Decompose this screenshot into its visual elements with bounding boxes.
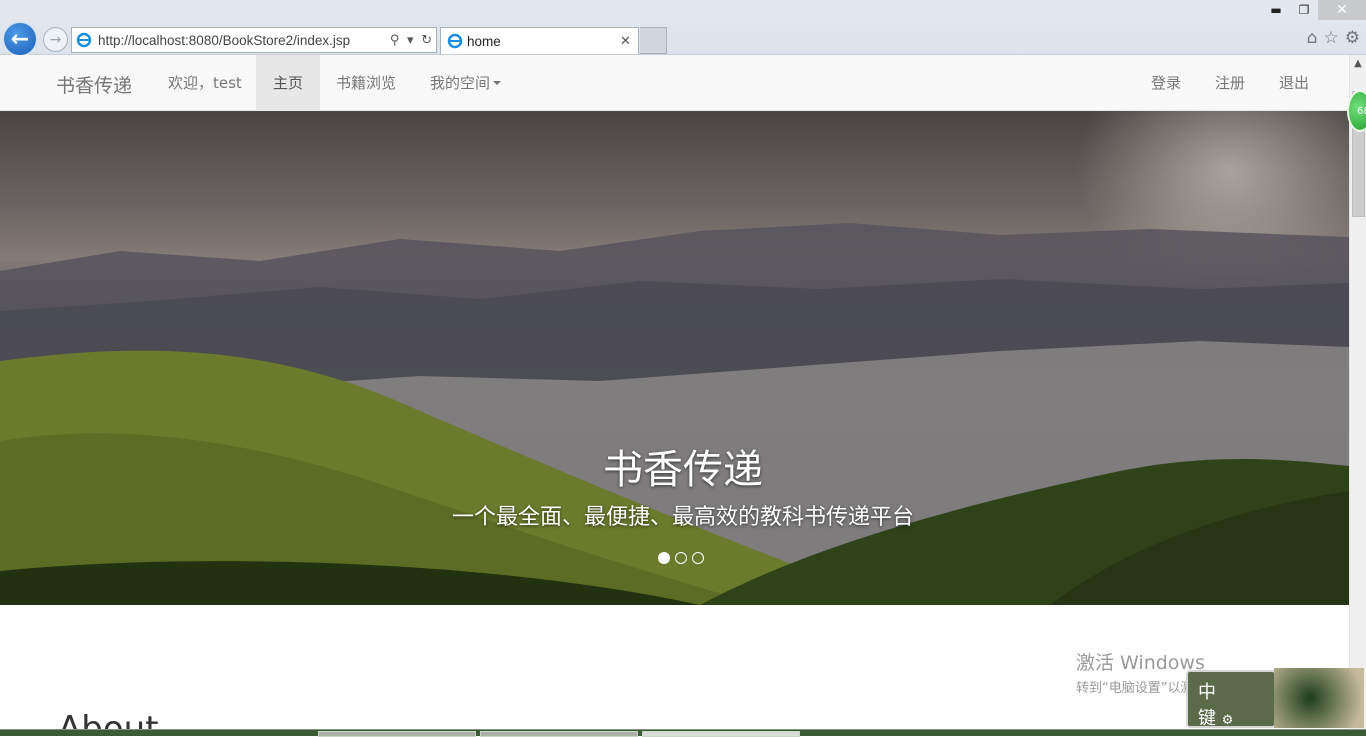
browser-tab-home[interactable]: home ✕ [440, 27, 639, 54]
scroll-up-icon[interactable]: ▲ [1350, 55, 1366, 72]
home-icon[interactable]: ⌂ [1307, 28, 1318, 48]
ime-label-jian[interactable]: 键 [1198, 708, 1216, 729]
close-tab-icon[interactable]: ✕ [620, 34, 638, 49]
taskbar-button[interactable] [480, 731, 638, 737]
back-icon[interactable]: ← [2, 21, 38, 57]
taskbar [0, 729, 1366, 737]
ie-logo-icon [447, 33, 463, 49]
ime-label-zhong[interactable]: 中 [1198, 682, 1216, 703]
side-badge[interactable]: 68 [1347, 90, 1366, 132]
navbar: 书香传递 欢迎，test 主页 书籍浏览 我的空间 登录 注册 退出 [0, 55, 1349, 111]
refresh-icon[interactable]: ↻ [421, 33, 432, 48]
ie-logo-icon [76, 32, 92, 48]
carousel-indicators [658, 552, 704, 564]
carousel-dot-2[interactable] [675, 552, 687, 564]
window-controls: ▬ ❐ ✕ [1262, 0, 1366, 20]
nav-my-space[interactable]: 我的空间 [415, 55, 516, 110]
hero-title: 书香传递 [603, 447, 763, 493]
search-icon[interactable]: ⚲ [390, 33, 400, 48]
nav-register[interactable]: 注册 [1200, 55, 1260, 110]
brand[interactable]: 书香传递 [56, 71, 132, 98]
page-scrollbar[interactable]: ▲ [1349, 55, 1366, 729]
clover-image [1274, 668, 1364, 728]
tab-title: home [467, 33, 501, 49]
browser-tools: ⌂ ☆ ⚙ [1307, 28, 1360, 48]
hero-carousel[interactable]: 书香传递 一个最全面、最便捷、最高效的教科书传递平台 [0, 111, 1349, 605]
restore-icon[interactable]: ❐ [1290, 0, 1318, 20]
nav-login[interactable]: 登录 [1136, 55, 1196, 110]
dropdown-icon[interactable]: ▾ [407, 33, 414, 48]
taskbar-button[interactable] [318, 731, 476, 737]
new-tab-button[interactable] [640, 27, 667, 54]
address-url[interactable]: http://localhost:8080/BookStore2/index.j… [98, 33, 386, 48]
ime-toolbar[interactable]: 中 键 ⚙ [1186, 670, 1276, 729]
carousel-dot-3[interactable] [692, 552, 704, 564]
about-heading: About [58, 709, 159, 729]
gear-icon[interactable]: ⚙ [1222, 713, 1234, 728]
welcome-text: 欢迎，test [168, 74, 242, 92]
address-bar[interactable]: http://localhost:8080/BookStore2/index.j… [71, 27, 437, 53]
forward-icon[interactable]: → [43, 27, 68, 52]
browser-chrome: ← → http://localhost:8080/BookStore2/ind… [0, 0, 1366, 57]
hero-subtitle: 一个最全面、最便捷、最高效的教科书传递平台 [451, 505, 914, 530]
favorites-star-icon[interactable]: ☆ [1324, 28, 1339, 48]
caret-down-icon [493, 80, 502, 85]
nav-logout[interactable]: 退出 [1264, 55, 1324, 110]
web-page: 书香传递 欢迎，test 主页 书籍浏览 我的空间 登录 注册 退出 书香传递 … [0, 55, 1349, 729]
nav-books[interactable]: 书籍浏览 [321, 55, 411, 110]
settings-gear-icon[interactable]: ⚙ [1345, 28, 1360, 48]
nav-home[interactable]: 主页 [256, 55, 320, 110]
nav-my-space-label: 我的空间 [430, 74, 491, 92]
carousel-dot-1[interactable] [658, 552, 670, 564]
window-close-icon[interactable]: ✕ [1318, 0, 1366, 20]
taskbar-button-active[interactable] [642, 731, 800, 737]
minimize-icon[interactable]: ▬ [1262, 0, 1290, 20]
